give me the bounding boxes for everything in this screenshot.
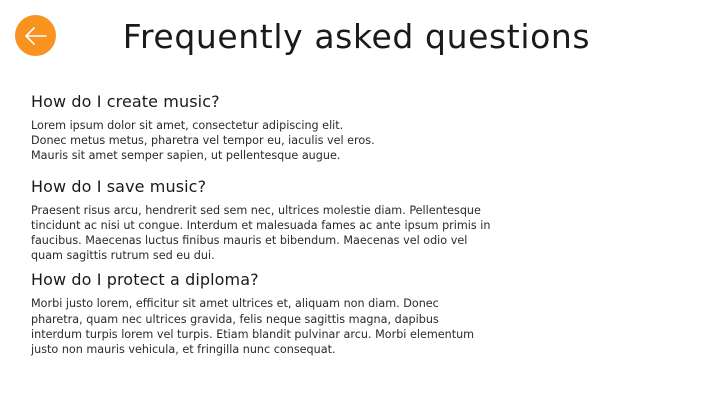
faq-question: How do I protect a diploma?: [31, 270, 259, 290]
faq-answer-line: Praesent risus arcu, hendrerit sed sem n…: [31, 203, 481, 217]
faq-answer: Lorem ipsum dolor sit amet, consectetur …: [31, 118, 541, 164]
faq-question: How do I save music?: [31, 176, 207, 196]
faq-item: How do I create music? Lorem ipsum dolor…: [31, 91, 541, 164]
faq-answer-line: Donec metus metus, pharetra vel tempor e…: [31, 134, 375, 148]
faq-answer-line: faucibus. Maecenas luctus finibus mauris…: [31, 234, 468, 248]
faq-item: How do I save music? Praesent risus arcu…: [31, 176, 541, 264]
faq-answer: Praesent risus arcu, hendrerit sed sem n…: [31, 203, 541, 264]
faq-answer-line: pharetra, quam nec ultrices gravida, fel…: [31, 312, 439, 326]
faq-item: How do I protect a diploma? Morbi justo …: [31, 269, 541, 357]
faq-answer-line: Mauris sit amet semper sapien, ut pellen…: [31, 149, 341, 163]
faq-answer-line: justo non mauris vehicula, et fringilla …: [31, 343, 336, 357]
faq-question: How do I create music?: [31, 92, 220, 111]
faq-list: How do I create music? Lorem ipsum dolor…: [31, 91, 541, 357]
faq-answer-line: tincidunt ac nisi ut congue. Interdum et…: [31, 218, 491, 232]
page-title: Frequently asked questions: [122, 17, 591, 56]
faq-answer-line: quam sagittis rutrum sed eu dui.: [31, 249, 215, 263]
faq-answer-line: Morbi justo lorem, efficitur sit amet ul…: [31, 297, 439, 311]
faq-answer-line: Lorem ipsum dolor sit amet, consectetur …: [31, 119, 344, 132]
faq-answer-line: interdum turpis lorem vel turpis. Etiam …: [31, 327, 475, 341]
faq-answer: Morbi justo lorem, efficitur sit amet ul…: [31, 296, 541, 357]
